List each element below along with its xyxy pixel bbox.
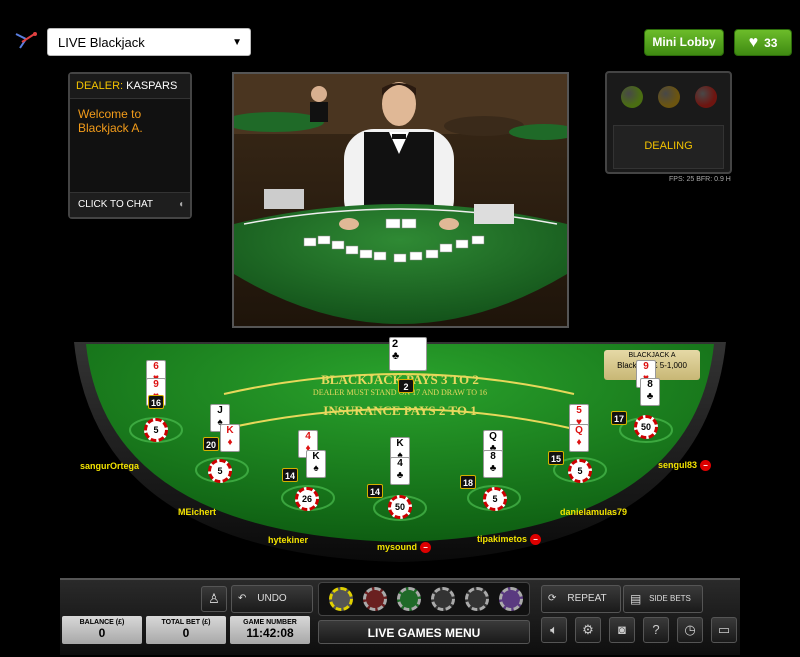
seat-user-icon[interactable]: ♙ <box>201 586 227 612</box>
repeat-label: REPEAT <box>567 593 607 604</box>
game-select-value: LIVE Blackjack <box>58 35 145 50</box>
mute-icon[interactable]: − <box>530 534 542 546</box>
bet-chip[interactable]: 26 <box>295 487 319 511</box>
chat-panel: DEALER: KASPARS Welcome to Blackjack A. … <box>68 72 192 219</box>
yellow-light-icon <box>658 86 680 108</box>
chat-bubble-icon: ◖ <box>177 199 184 210</box>
card: K ♠ <box>306 450 326 478</box>
card: 8 ♣ <box>483 450 503 478</box>
side-bets-button[interactable]: ▤ SIDE BETS <box>623 585 703 613</box>
undo-arrow-icon: ↶ <box>238 593 247 604</box>
dealer-header: DEALER: KASPARS <box>70 74 190 99</box>
bet-chip[interactable]: 50 <box>634 415 658 439</box>
chip-5-icon[interactable] <box>363 587 387 611</box>
game-number-label: GAME NUMBER <box>243 619 297 626</box>
total-bet-label: TOTAL BET (£) <box>161 619 211 626</box>
bet-chip[interactable]: 5 <box>483 487 507 511</box>
player-name: danielamulas79 <box>560 507 628 517</box>
chat-icon[interactable]: ◙ <box>609 617 635 643</box>
chip-1-icon[interactable] <box>329 587 353 611</box>
settings-gear-icon[interactable]: ⚙ <box>575 617 601 643</box>
chip-1000-icon[interactable] <box>499 587 523 611</box>
player-name: tipakimetos − <box>477 534 542 546</box>
total-bet-value: 0 <box>182 626 190 640</box>
undo-button[interactable]: ↶ UNDO <box>231 585 313 613</box>
dealer-video-image <box>234 74 567 326</box>
chat-message: Welcome to Blackjack A. <box>78 107 143 135</box>
hand-total: 16 <box>148 395 165 409</box>
cards-icon: ▤ <box>630 592 642 606</box>
total-bet-display: TOTAL BET (£) 0 <box>146 616 226 644</box>
red-light-icon <box>695 86 717 108</box>
bet-chip[interactable]: 5 <box>144 418 168 442</box>
balance-value: 0 <box>98 626 106 640</box>
mute-icon[interactable]: − <box>420 542 432 554</box>
dealer-label: DEALER: <box>76 80 124 92</box>
dealing-status: DEALING <box>613 125 724 169</box>
favorites-count: 33 <box>764 36 778 50</box>
hand-total: 18 <box>460 475 477 489</box>
balance-display: BALANCE (£) 0 <box>62 616 142 644</box>
side-bets-label: SIDE BETS <box>649 594 691 603</box>
game-number-display: GAME NUMBER 11:42:08 <box>230 616 310 644</box>
heart-icon: ♥ <box>748 34 759 51</box>
help-icon[interactable]: ? <box>643 617 669 643</box>
click-to-chat-button[interactable]: CLICK TO CHAT ◖ <box>70 192 190 217</box>
player-name: sengul83− <box>658 460 712 472</box>
hand-total: 17 <box>611 411 628 425</box>
green-light-icon <box>621 86 643 108</box>
chevron-down-icon: ▼ <box>232 37 242 48</box>
player-name: sangurOrtega <box>80 461 140 471</box>
chip-500-icon[interactable] <box>465 587 489 611</box>
chip-tray <box>318 582 530 616</box>
undo-label: UNDO <box>257 593 287 604</box>
live-video-feed <box>232 72 569 328</box>
card: 8 ♣ <box>640 378 660 406</box>
live-games-menu-button[interactable]: LIVE GAMES MENU <box>318 620 530 644</box>
balance-label: BALANCE (£) <box>79 619 125 626</box>
sign-title: BLACKJACK A <box>628 352 676 359</box>
felt-insurance-text: INSURANCE PAYS 2 TO 1 <box>323 403 477 418</box>
card: K ♦ <box>220 424 240 452</box>
bet-chip[interactable]: 5 <box>568 459 592 483</box>
casino-logo-icon <box>14 30 40 50</box>
player-name: MEichert <box>178 507 217 517</box>
sound-icon[interactable]: 🔈︎ <box>541 617 567 643</box>
chip-100-icon[interactable] <box>431 587 455 611</box>
mini-lobby-button[interactable]: Mini Lobby <box>644 29 724 56</box>
hand-total: 15 <box>548 451 565 465</box>
hand-total: 14 <box>367 484 384 498</box>
chip-25-icon[interactable] <box>397 587 421 611</box>
dealer-total: 2 <box>398 379 414 393</box>
history-clock-icon[interactable]: ◷ <box>677 617 703 643</box>
dealer-name: KASPARS <box>126 80 178 92</box>
hand-total: 20 <box>203 437 220 451</box>
player-name: hytekiner <box>268 535 309 545</box>
mute-icon[interactable]: − <box>700 460 712 472</box>
fullscreen-icon[interactable]: ▭ <box>711 617 737 643</box>
game-number-value: 11:42:08 <box>246 626 294 640</box>
player-name: mysound − <box>377 542 432 554</box>
hand-total: 14 <box>282 468 299 482</box>
bet-chip[interactable]: 5 <box>208 459 232 483</box>
game-select-dropdown[interactable]: LIVE Blackjack ▼ <box>47 28 251 56</box>
favorites-button[interactable]: ♥ 33 <box>734 29 792 56</box>
bet-chip[interactable]: 50 <box>388 495 412 519</box>
repeat-icon: ⟳ <box>548 593 557 604</box>
status-panel: DEALING <box>605 71 732 174</box>
fps-readout: FPS: 25 BFR: 0.9 H <box>669 176 731 183</box>
repeat-button[interactable]: ⟳ REPEAT <box>541 585 621 613</box>
card: 4 ♣ <box>390 457 410 485</box>
dealer-card: 2 ♣ <box>389 337 427 371</box>
click-to-chat-label: CLICK TO CHAT <box>78 199 154 210</box>
card: Q ♦ <box>569 424 589 452</box>
